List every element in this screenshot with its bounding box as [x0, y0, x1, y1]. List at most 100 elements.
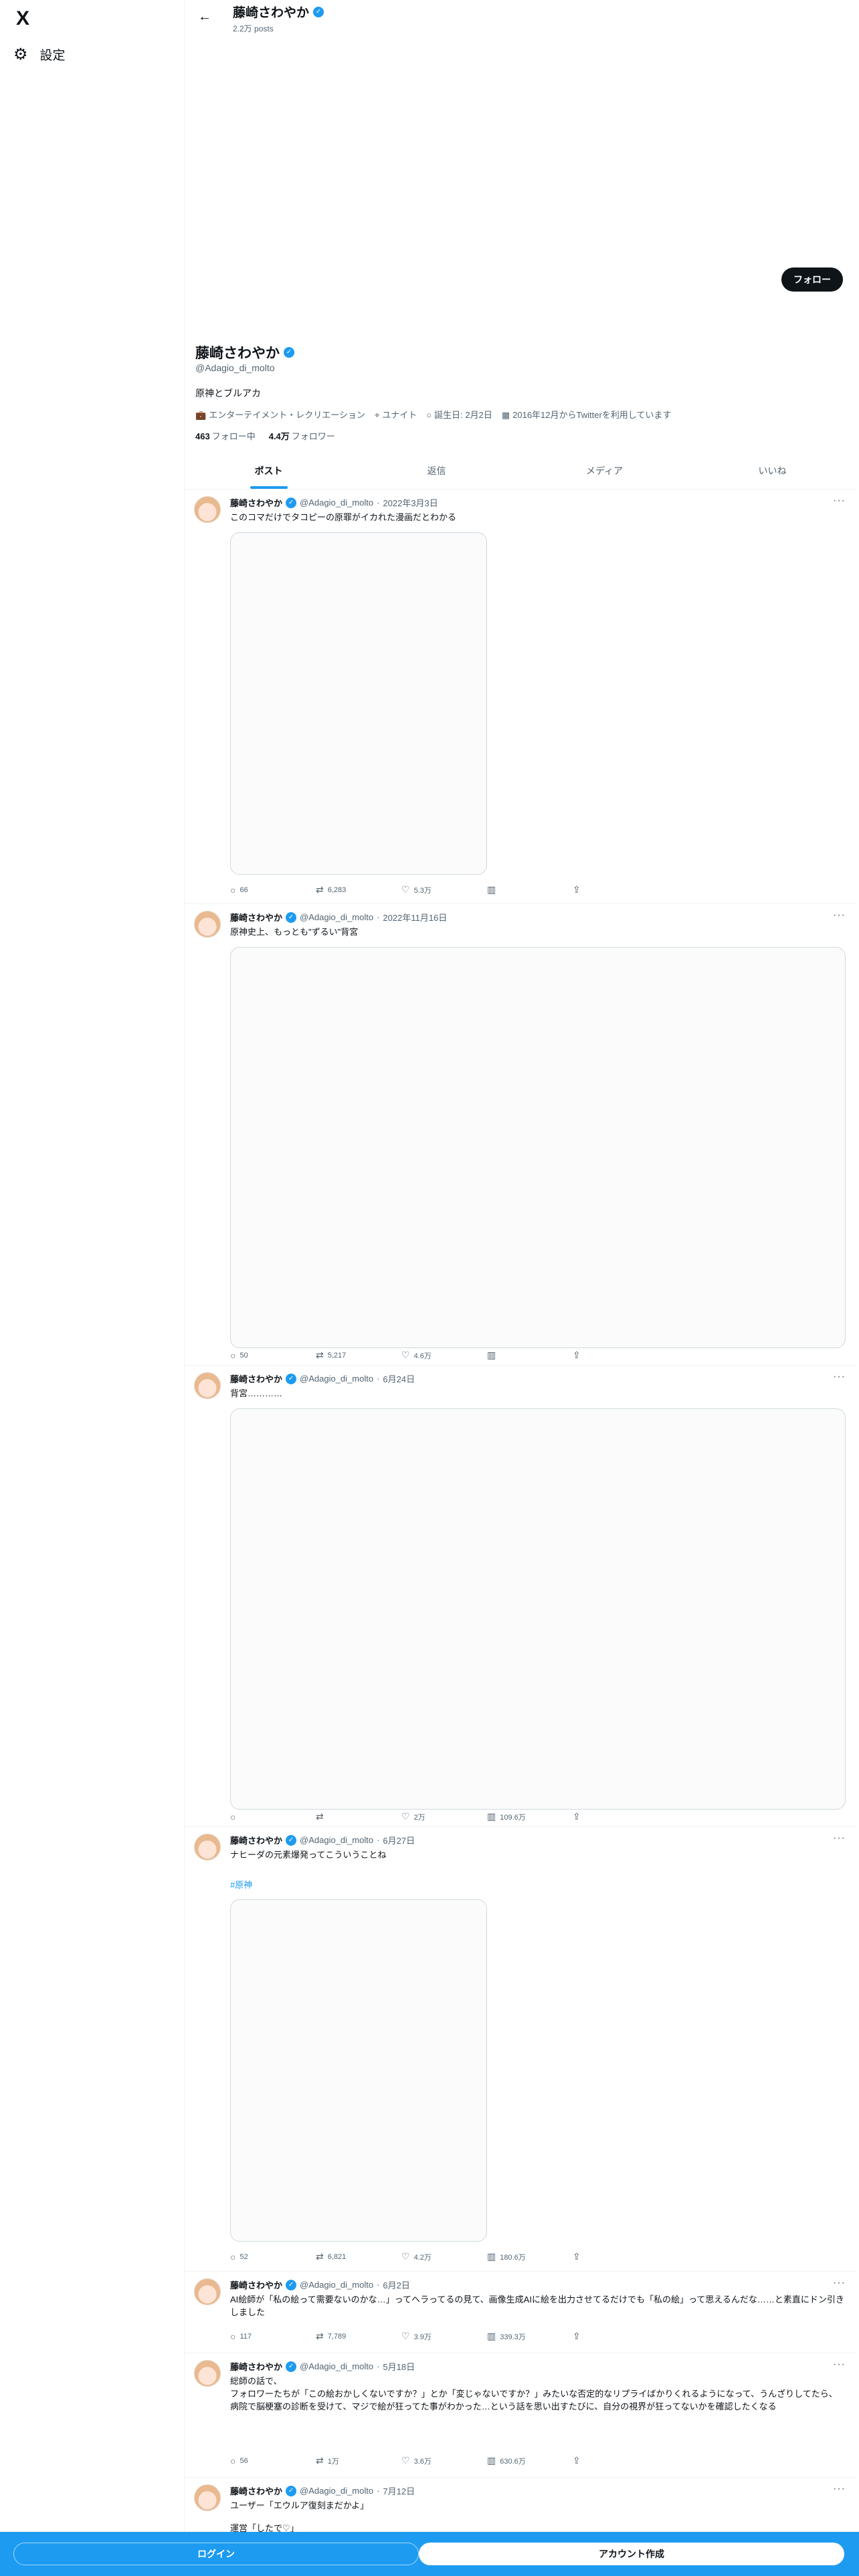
share-button[interactable]: ⇪: [573, 2455, 658, 2466]
tweet-date[interactable]: 2022年3月3日: [383, 496, 438, 509]
settings-link[interactable]: ⚙ 設定: [13, 44, 66, 64]
tweet-actions: ○ 52 ⇄ 6,821 ♡ 4.2万 ▥ 180.6万 ⇪: [230, 2251, 658, 2262]
location-pin-icon: ⌖: [374, 410, 380, 420]
bar-chart-icon: ▥: [487, 1350, 496, 1360]
back-arrow-icon[interactable]: ←: [198, 9, 211, 25]
avatar[interactable]: [194, 2360, 221, 2387]
tweet-author-name[interactable]: 藤崎さわやか: [230, 1372, 282, 1385]
dot-separator: ·: [377, 2280, 380, 2290]
x-logo-icon[interactable]: X: [12, 8, 33, 29]
more-options-icon[interactable]: ···: [833, 2483, 846, 2495]
followers-link[interactable]: 4.4万 フォロワー: [269, 429, 335, 442]
following-link[interactable]: 463 フォロー中: [195, 429, 256, 442]
tweet-date[interactable]: 6月27日: [383, 1834, 415, 1846]
like-button[interactable]: ♡ 2万: [401, 1811, 487, 1822]
tweet-author-name[interactable]: 藤崎さわやか: [230, 911, 282, 924]
tweet-author-name[interactable]: 藤崎さわやか: [230, 2278, 282, 2291]
views-button[interactable]: ▥ 109.6万: [487, 1811, 573, 1822]
tweet[interactable]: 藤崎さわやか ✓ @Adagio_di_molto · 5月18日 ··· 総師…: [185, 2353, 856, 2478]
share-button[interactable]: ⇪: [573, 1811, 658, 1822]
tab-media[interactable]: メディア: [520, 455, 688, 489]
repost-button[interactable]: ⇄ 6,283: [316, 884, 401, 895]
tweet-media-image[interactable]: [230, 1899, 487, 2242]
views-button[interactable]: ▥ 630.6万: [487, 2455, 573, 2466]
views-button[interactable]: ▥: [487, 884, 573, 895]
tweet[interactable]: 藤崎さわやか ✓ @Adagio_di_molto · 2022年3月3日 ··…: [185, 490, 856, 904]
like-button[interactable]: ♡ 5.3万: [401, 884, 487, 895]
more-options-icon[interactable]: ···: [833, 1832, 846, 1844]
tweet[interactable]: 藤崎さわやか ✓ @Adagio_di_molto · 6月27日 ··· ナヒ…: [185, 1827, 856, 2272]
profile-meta: 💼 エンターテイメント・レクリエーション ⌖ ユナイト ○ 誕生日: 2月2日 ▦ 20…: [195, 408, 671, 421]
more-options-icon[interactable]: ···: [833, 2359, 846, 2371]
reply-button[interactable]: ○ 56: [230, 2455, 316, 2466]
heart-icon: ♡: [401, 884, 410, 895]
tweet-author-name[interactable]: 藤崎さわやか: [230, 2484, 282, 2497]
tweet[interactable]: 藤崎さわやか ✓ @Adagio_di_molto · 7月12日 ··· ユー…: [185, 2478, 856, 2533]
more-options-icon[interactable]: ···: [833, 909, 846, 922]
avatar[interactable]: [194, 1834, 221, 1860]
tweet-date[interactable]: 6月2日: [383, 2278, 409, 2291]
like-button[interactable]: ♡ 3.9万: [401, 2331, 487, 2342]
tweet-media-image[interactable]: [230, 947, 846, 1348]
repost-button[interactable]: ⇄: [316, 1811, 401, 1822]
signup-button[interactable]: アカウント作成: [419, 2543, 844, 2565]
avatar[interactable]: [194, 2278, 221, 2305]
dot-separator: ·: [377, 1374, 380, 1384]
reply-button[interactable]: ○ 117: [230, 2331, 316, 2342]
tab-likes[interactable]: いいね: [688, 455, 856, 489]
hashtag-link[interactable]: #原神: [230, 1878, 252, 1891]
tweet-media-image[interactable]: [230, 532, 487, 875]
views-button[interactable]: ▥ 339.3万: [487, 2331, 573, 2342]
avatar[interactable]: [194, 1372, 221, 1399]
bar-chart-icon: ▥: [487, 1811, 496, 1822]
heart-icon: ♡: [401, 1350, 410, 1360]
views-button[interactable]: ▥: [487, 1350, 573, 1361]
heart-icon: ♡: [401, 2455, 410, 2466]
tweet-date[interactable]: 2022年11月16日: [383, 911, 447, 924]
reply-button[interactable]: ○ 50: [230, 1350, 316, 1361]
tab-replies[interactable]: 返信: [353, 455, 520, 489]
tweet[interactable]: 藤崎さわやか ✓ @Adagio_di_molto · 2022年11月16日 …: [185, 904, 856, 1366]
tweet-author-name[interactable]: 藤崎さわやか: [230, 496, 282, 509]
tab-posts[interactable]: ポスト: [185, 455, 353, 489]
verified-badge-icon: ✓: [286, 1373, 297, 1384]
like-button[interactable]: ♡ 3.6万: [401, 2455, 487, 2466]
repost-button[interactable]: ⇄ 7,789: [316, 2331, 401, 2342]
profile-birthday: ○ 誕生日: 2月2日: [426, 408, 492, 421]
avatar[interactable]: [194, 911, 221, 938]
share-button[interactable]: ⇪: [573, 2331, 658, 2342]
verified-badge-icon: ✓: [286, 497, 297, 508]
avatar[interactable]: [194, 2484, 221, 2511]
share-button[interactable]: ⇪: [573, 2251, 658, 2262]
views-button[interactable]: ▥ 180.6万: [487, 2251, 573, 2262]
more-options-icon[interactable]: ···: [833, 2277, 846, 2289]
repost-button[interactable]: ⇄ 5,217: [316, 1350, 401, 1361]
tweet-author-name[interactable]: 藤崎さわやか: [230, 2360, 282, 2373]
login-button[interactable]: ログイン: [13, 2543, 419, 2565]
avatar[interactable]: [194, 496, 221, 523]
reply-button[interactable]: ○ 66: [230, 884, 316, 895]
dot-separator: ·: [377, 2486, 380, 2496]
tweet-date[interactable]: 6月24日: [383, 1372, 415, 1385]
tweet-author-name[interactable]: 藤崎さわやか: [230, 1834, 282, 1846]
share-icon: ⇪: [573, 2455, 581, 2466]
share-button[interactable]: ⇪: [573, 884, 658, 895]
verified-badge-icon: ✓: [313, 6, 324, 17]
reply-button[interactable]: ○ 52: [230, 2251, 316, 2262]
more-options-icon[interactable]: ···: [833, 495, 846, 507]
tweet[interactable]: 藤崎さわやか ✓ @Adagio_di_molto · 6月24日 ··· 背宮…: [185, 1366, 856, 1827]
follow-button[interactable]: フォロー: [781, 267, 843, 292]
like-count: 4.2万: [413, 2253, 432, 2262]
tweet-media-image[interactable]: [230, 1408, 846, 1810]
tweet-date[interactable]: 5月18日: [383, 2360, 415, 2373]
reply-button[interactable]: ○: [230, 1811, 316, 1822]
more-options-icon[interactable]: ···: [833, 1371, 846, 1383]
like-button[interactable]: ♡ 4.2万: [401, 2251, 487, 2262]
like-button[interactable]: ♡ 4.6万: [401, 1350, 487, 1361]
share-button[interactable]: ⇪: [573, 1350, 658, 1361]
repost-button[interactable]: ⇄ 1万: [316, 2455, 401, 2466]
tweet[interactable]: 藤崎さわやか ✓ @Adagio_di_molto · 6月2日 ··· AI絵…: [185, 2272, 856, 2353]
profile-name: 藤崎さわやか ✓: [195, 342, 294, 362]
repost-button[interactable]: ⇄ 6,821: [316, 2251, 401, 2262]
tweet-date[interactable]: 7月12日: [383, 2484, 415, 2497]
